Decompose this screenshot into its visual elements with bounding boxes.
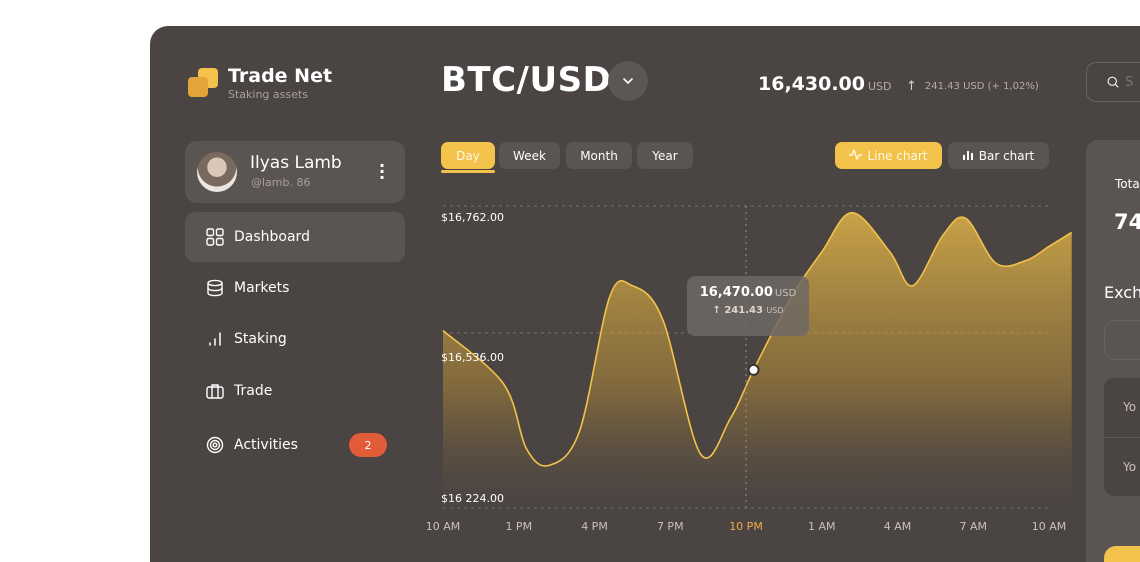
target-icon bbox=[205, 435, 225, 455]
tooltip-currency: USD bbox=[774, 288, 797, 299]
tooltip-change-value: 241.43 bbox=[724, 305, 763, 316]
x-tick-label: 1 AM bbox=[807, 520, 836, 533]
profile-card[interactable]: Ilyas Lamb @lamb. 86 · · · bbox=[185, 141, 405, 203]
briefcase-icon bbox=[205, 381, 225, 401]
nav-item-dashboard[interactable]: Dashboard bbox=[185, 212, 405, 262]
tab-year[interactable]: Year bbox=[637, 142, 693, 169]
tooltip-price-value: 16,470.00 bbox=[699, 285, 773, 300]
total-label: Tota bbox=[1115, 177, 1140, 191]
price-value: 16,430.00 bbox=[758, 73, 865, 95]
profile-name: Ilyas Lamb bbox=[250, 153, 342, 173]
nav-item-activities[interactable]: Activities 2 bbox=[185, 420, 405, 470]
search-box[interactable] bbox=[1086, 62, 1140, 102]
nav-label: Trade bbox=[234, 383, 273, 399]
arrow-up-icon: ↑ bbox=[712, 305, 725, 316]
line-chart-button[interactable]: Line chart bbox=[835, 142, 942, 169]
price-currency: USD bbox=[867, 80, 892, 93]
x-tick-label: 10 PM bbox=[729, 520, 763, 533]
tab-week[interactable]: Week bbox=[499, 142, 560, 169]
x-tick-label: 7 AM bbox=[959, 520, 988, 533]
pair-title: BTC/USD bbox=[441, 60, 612, 100]
more-vertical-icon[interactable]: · · · bbox=[379, 158, 385, 186]
nav-label: Staking bbox=[234, 331, 287, 347]
profile-handle: @lamb. 86 bbox=[251, 176, 311, 189]
y-tick-label: $16,536.00 bbox=[441, 351, 504, 364]
signal-bars-icon bbox=[205, 329, 225, 349]
arrow-up-icon: ↑ bbox=[906, 79, 917, 94]
search-input[interactable] bbox=[1125, 74, 1140, 90]
x-tick-label: 10 AM bbox=[1031, 520, 1067, 533]
nav-label: Markets bbox=[234, 280, 290, 296]
nav-label: Activities bbox=[234, 437, 298, 453]
tooltip-change: ↑ 241.43 USD bbox=[687, 305, 809, 316]
you-get-label: Yo bbox=[1123, 460, 1137, 474]
avatar bbox=[197, 152, 237, 192]
pair-dropdown-button[interactable] bbox=[608, 61, 648, 101]
database-icon bbox=[205, 278, 225, 298]
tooltip-change-unit: USD bbox=[766, 306, 784, 315]
search-icon bbox=[1107, 76, 1119, 88]
nav-item-staking[interactable]: Staking bbox=[185, 314, 405, 364]
divider bbox=[1104, 437, 1140, 438]
exchange-button[interactable] bbox=[1104, 546, 1140, 562]
brand: Trade Net Staking assets bbox=[188, 64, 332, 102]
content-layer: Trade Net Staking assets Ilyas Lamb @lam… bbox=[150, 26, 1140, 562]
bar-chart-label: Bar chart bbox=[978, 148, 1035, 163]
grid-icon bbox=[205, 227, 225, 247]
chart-tooltip: 16,470.00 USD ↑ 241.43 USD bbox=[687, 276, 809, 336]
price-change: ↑ 241.43 USD (+ 1,02%) bbox=[906, 79, 1039, 94]
nav-item-markets[interactable]: Markets bbox=[185, 263, 405, 313]
exchange-input[interactable] bbox=[1104, 320, 1140, 360]
nav-item-trade[interactable]: Trade bbox=[185, 366, 405, 416]
bar-chart-button[interactable]: Bar chart bbox=[948, 142, 1049, 169]
x-tick-label: 10 AM bbox=[425, 520, 461, 533]
x-tick-label: 4 PM bbox=[581, 520, 608, 533]
activities-badge: 2 bbox=[349, 433, 387, 457]
nav-label: Dashboard bbox=[234, 229, 310, 245]
price-change-text: 241.43 USD (+ 1,02%) bbox=[924, 81, 1039, 92]
y-tick-label: $16,762.00 bbox=[441, 211, 504, 224]
brand-subtitle: Staking assets bbox=[228, 88, 308, 101]
brand-title: Trade Net bbox=[228, 65, 333, 87]
x-tick-label: 7 PM bbox=[656, 520, 684, 533]
x-tick-label: 4 AM bbox=[883, 520, 912, 533]
active-tab-indicator bbox=[441, 170, 495, 173]
total-value: 74 bbox=[1114, 210, 1140, 234]
bar-chart-icon bbox=[962, 149, 974, 163]
current-price: 16,430.00 USD bbox=[758, 73, 892, 95]
tab-day[interactable]: Day bbox=[441, 142, 495, 169]
you-pay-label: Yo bbox=[1123, 400, 1137, 414]
pulse-icon bbox=[849, 148, 863, 163]
line-chart-label: Line chart bbox=[867, 148, 928, 163]
chevron-down-icon bbox=[623, 78, 633, 85]
x-tick-label: 1 PM bbox=[505, 520, 533, 533]
tooltip-price: 16,470.00 USD bbox=[687, 285, 809, 300]
logo-icon bbox=[188, 68, 220, 102]
exchange-title: Exch bbox=[1104, 283, 1140, 302]
y-tick-label: $16 224.00 bbox=[441, 492, 504, 505]
tab-month[interactable]: Month bbox=[566, 142, 632, 169]
